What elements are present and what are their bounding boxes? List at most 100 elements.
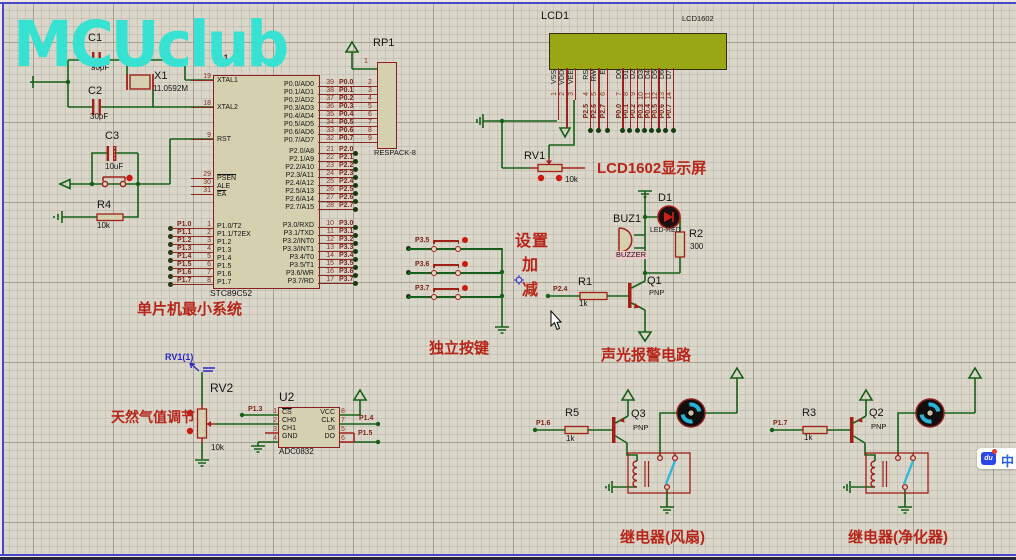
pin-number: 23: [326, 162, 334, 169]
button-cap: [433, 240, 459, 243]
r1-ref: R1: [578, 276, 593, 288]
respack-pin-number: 2: [368, 79, 372, 86]
pin-row: P1.4 5: [166, 252, 213, 263]
window-border-bottom: [0, 554, 1016, 556]
mcuclub-logo: MCUclub: [13, 7, 289, 83]
u2-left-pins: 1 2 3 4: [240, 406, 278, 442]
button-actuator[interactable]: [462, 237, 468, 243]
pin-row: P0.2/AD2 37 P0.2 4: [217, 94, 395, 104]
push-button[interactable]: [429, 236, 471, 260]
pin-row: P3.3/INT1 13 P3.3: [217, 243, 395, 254]
pin-number: 2: [273, 417, 277, 424]
pin-name: D3: [637, 70, 645, 79]
pin-row: P1.2 3: [166, 236, 213, 247]
u2-right-names: VCC CLK DI DO: [300, 406, 335, 440]
respack-pin-number: 6: [368, 111, 372, 118]
respack-pin-number: 4: [368, 95, 372, 102]
button-contact: [431, 269, 437, 276]
rv2-ref: RV2: [210, 381, 234, 395]
pin-stub: [606, 68, 608, 130]
lcd-screen[interactable]: [549, 33, 727, 70]
pin-row: P1.7 8: [166, 276, 213, 287]
pin-number: 15: [326, 260, 334, 267]
lcd-control-pins: RS 4 P2.5 RW 5 P2.6 E 6 P2.7: [583, 68, 610, 134]
net-label: P3.1: [339, 228, 354, 235]
pin-row: P2.6/A14 27 P2.6: [217, 193, 395, 204]
lcd-power-pins: VSS 1 VDD 2 VEE 3: [551, 68, 578, 134]
pin-number: 38: [326, 87, 334, 94]
pin-row: 4: [240, 433, 278, 442]
pin-name: E: [599, 70, 607, 75]
pin-number: 36: [326, 103, 334, 110]
net-label: P3.3: [339, 244, 354, 251]
pin-stub: [598, 68, 600, 130]
net-label-p1-7: P1.7: [773, 420, 788, 427]
net-label: P3.0: [339, 220, 354, 227]
net-label: P2.6: [339, 194, 354, 201]
pin-name: CH0: [282, 417, 297, 424]
pin-name: P2.7/A15: [285, 204, 314, 211]
floating-widget[interactable]: du 中: [977, 448, 1016, 469]
pin-row: P0.3/AD3 36 P0.3 5: [217, 102, 395, 112]
u1-p2-pins: P2.0/A8 21 P2.0 P2.1/A9 22 P2.1 P2.2/A10…: [217, 145, 395, 212]
pin-number: 11: [644, 92, 652, 100]
net-label: P3.2: [339, 236, 354, 243]
pin-row: 3: [240, 424, 278, 433]
pin-name: VSS: [551, 70, 558, 85]
pin-row: P0.6/AD6 33 P0.6 8: [217, 126, 395, 136]
q1-ref: Q1: [647, 275, 662, 287]
u1-p3-pins: P3.0/RXD 10 P3.0 P3.1/TXD 11 P3.1 P3.2/I…: [217, 219, 395, 286]
pin-number: 12: [651, 92, 659, 100]
rp1-ref: RP1: [373, 37, 395, 49]
terminal-dot: [353, 281, 358, 286]
net-label: P0.4: [644, 104, 652, 119]
button-actuator[interactable]: [462, 285, 468, 291]
net-label: P2.5: [583, 104, 590, 119]
net-label: P0.4: [339, 111, 354, 118]
q2-type: PNP: [871, 422, 887, 431]
pin-row: P3.0/RXD 10 P3.0: [217, 219, 395, 230]
net-label: P0.6: [339, 127, 354, 134]
r4-value: 10k: [97, 221, 110, 230]
button-actuator[interactable]: [462, 261, 468, 267]
pin-row: P3.1/TXD 11 P3.1: [217, 227, 395, 238]
ime-mode-label[interactable]: 中: [1001, 451, 1014, 470]
pin-number: 35: [326, 111, 334, 118]
button-cap: [433, 264, 459, 267]
pin-row: 1: [240, 406, 278, 415]
net-label-p2-4: P2.4: [553, 286, 568, 293]
net-label: P2.3: [339, 170, 354, 177]
button-contact: [455, 269, 461, 276]
respack-pin-number: 8: [368, 127, 372, 134]
u2-ref: U2: [279, 390, 295, 404]
caption-relay-fan: 继电器(风扇): [620, 529, 705, 546]
push-button[interactable]: [429, 284, 471, 308]
proteus-schematic-window: MCUclub C1 30pF C2 30pF X1 11.0592M C3 1…: [0, 0, 1016, 560]
pin-number: 7: [616, 92, 623, 96]
pin-number: 9: [630, 92, 638, 96]
lcd-ref: LCD1: [541, 10, 570, 22]
pin-number: 2: [559, 92, 567, 96]
button-contact: [455, 245, 461, 252]
r3-value: 1k: [804, 433, 813, 442]
pin-number: 13: [326, 244, 334, 251]
push-button[interactable]: [429, 260, 471, 284]
key-label-add: 加: [522, 257, 540, 274]
lcd-part: LCD1602: [682, 14, 714, 23]
pin-number: 24: [326, 170, 334, 177]
net-label-p1-6: P1.6: [536, 420, 551, 427]
lcd-pin: RW 5 P2.6: [591, 68, 602, 134]
pin-row: P0.5/AD5 34 P0.5 7: [217, 118, 395, 128]
r3-ref: R3: [802, 407, 817, 419]
button-contact: [455, 293, 461, 300]
notification-dot: [992, 449, 997, 454]
pin-name: P3.7/RD: [287, 278, 314, 285]
r1-value: 1k: [579, 299, 588, 308]
net-label: P0.5: [651, 104, 659, 119]
key-label-set: 设置: [515, 233, 550, 250]
pin-number: 39: [326, 79, 334, 86]
respack-pin-number: 9: [368, 135, 372, 142]
pin-name: GND: [282, 433, 298, 440]
pin-number: 10: [637, 92, 645, 100]
key-label-sub: 减: [522, 282, 540, 299]
